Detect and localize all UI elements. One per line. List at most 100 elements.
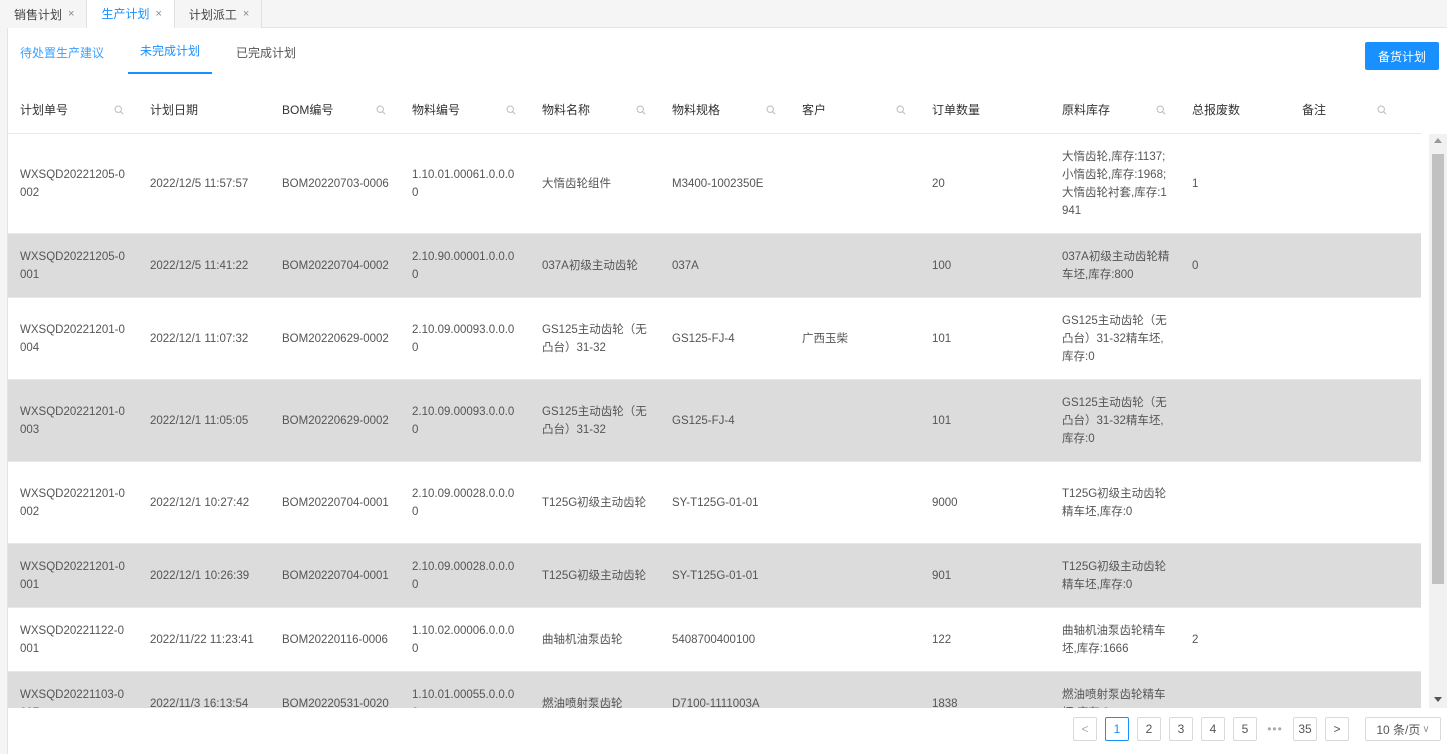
cell-material-spec: GS125-FJ-4	[672, 414, 735, 427]
header-label: BOM编号	[282, 103, 334, 117]
close-icon[interactable]: ×	[68, 8, 74, 20]
vertical-scrollbar[interactable]	[1429, 134, 1447, 708]
cell-plan-no: WXSQD20221201-0004	[20, 323, 125, 354]
cell-material-no: 2.10.09.00028.0.0.0 0	[412, 560, 515, 591]
cell-material-name: 大惰齿轮组件	[542, 177, 611, 190]
tab-sales-plan[interactable]: 销售计划 ×	[0, 0, 88, 28]
tab-production-plan[interactable]: 生产计划 ×	[87, 0, 175, 28]
cell-material-no: 2.10.90.00001.0.0.0 0	[412, 250, 515, 281]
tab-plan-dispatch[interactable]: 计划派工 ×	[174, 0, 263, 28]
cell-scrap-total	[1180, 544, 1290, 607]
cell-remark	[1290, 608, 1401, 671]
table-row[interactable]: WXSQD20221103-0007 2022/11/3 16:13:54 BOM2…	[8, 672, 1421, 708]
scroll-thumb[interactable]	[1432, 154, 1444, 584]
cell-customer	[790, 608, 920, 671]
search-icon[interactable]	[1377, 105, 1387, 115]
cell-order-qty: 901	[932, 569, 952, 582]
prev-page-button[interactable]: <	[1073, 717, 1097, 741]
table-row[interactable]: WXSQD20221205-0001 2022/12/5 11:41:22 BOM2…	[8, 234, 1421, 298]
search-icon[interactable]	[896, 105, 906, 115]
cell-raw-stock: 037A初级主动齿轮精车坯,库存:800	[1062, 250, 1170, 281]
page-5-button[interactable]: 5	[1233, 717, 1257, 741]
cell-material-spec: 5408700400100	[672, 633, 756, 646]
table-row[interactable]: WXSQD20221201-0002 2022/12/1 10:27:42 BOM2…	[8, 462, 1421, 544]
header-raw-stock: 原料库存	[1050, 86, 1180, 133]
tab-label: 销售计划	[14, 7, 63, 22]
search-icon[interactable]	[636, 105, 646, 115]
search-icon[interactable]	[114, 105, 124, 115]
subtab-unfinished-plans[interactable]: 未完成计划	[128, 28, 213, 74]
page-2-button[interactable]: 2	[1137, 717, 1161, 741]
cell-bom-no: BOM20220704-0001	[282, 496, 389, 509]
cell-bom-no: BOM20220703-0006	[282, 177, 389, 190]
header-material-spec: 物料规格	[660, 86, 790, 133]
header-bom-no: BOM编号	[270, 86, 400, 133]
cell-material-spec: M3400-1002350E	[672, 177, 764, 190]
header-label: 物料规格	[672, 103, 721, 117]
cell-scrap-total: 1	[1192, 177, 1199, 190]
cell-customer	[790, 672, 920, 708]
cell-plan-no: WXSQD20221103-0007	[20, 688, 124, 709]
cell-remark	[1290, 462, 1401, 543]
cell-customer	[790, 380, 920, 461]
cell-material-name: GS125主动齿轮（无凸台）31-32	[542, 323, 647, 354]
cell-plan-no: WXSQD20221205-0001	[20, 250, 125, 281]
scroll-down-icon[interactable]	[1434, 697, 1442, 702]
cell-scrap-total	[1180, 672, 1290, 708]
cell-scrap-total	[1180, 298, 1290, 379]
table-row[interactable]: WXSQD20221201-0004 2022/12/1 11:07:32 BOM2…	[8, 298, 1421, 380]
cell-customer: 广西玉柴	[802, 332, 848, 345]
close-icon[interactable]: ×	[155, 8, 161, 20]
search-icon[interactable]	[376, 105, 386, 115]
search-icon[interactable]	[766, 105, 776, 115]
cell-material-spec: SY-T125G-01-01	[672, 569, 759, 582]
tab-label: 计划派工	[188, 7, 237, 22]
next-page-button[interactable]: >	[1325, 717, 1349, 741]
tab-label: 生产计划	[101, 7, 150, 21]
page-4-button[interactable]: 4	[1201, 717, 1225, 741]
header-label: 计划单号	[20, 103, 69, 117]
table-row[interactable]: WXSQD20221122-0001 2022/11/22 11:23:41 BOM…	[8, 608, 1421, 672]
cell-customer	[790, 462, 920, 543]
cell-scrap-total: 2	[1192, 633, 1199, 646]
cell-bom-no: BOM20220629-0002	[282, 414, 389, 427]
sub-tab-bar: 待处置生产建议 未完成计划 已完成计划	[8, 28, 320, 76]
main-panel: 待处置生产建议 未完成计划 已完成计划 备货计划 计划单号 计划日期 BOM编号 物料…	[8, 28, 1447, 754]
cell-material-name: T125G初级主动齿轮	[542, 496, 647, 509]
scroll-up-icon[interactable]	[1434, 138, 1442, 143]
table-row[interactable]: WXSQD20221201-0003 2022/12/1 11:05:05 BOM2…	[8, 380, 1421, 462]
cell-order-qty: 9000	[932, 496, 958, 509]
search-icon[interactable]	[1156, 105, 1166, 115]
close-icon[interactable]: ×	[243, 8, 249, 20]
more-pages-ellipsis[interactable]: •••	[1265, 722, 1285, 736]
cell-order-qty: 20	[932, 177, 945, 190]
cell-plan-no: WXSQD20221205-0002	[20, 168, 125, 199]
cell-bom-no: BOM20220116-0006	[282, 633, 388, 646]
header-label: 计划日期	[150, 103, 199, 117]
cell-material-name: T125G初级主动齿轮	[542, 569, 647, 582]
cell-remark	[1290, 298, 1401, 379]
page-1-button[interactable]: 1	[1105, 717, 1129, 741]
cell-raw-stock: 曲轴机油泵齿轮精车坯,库存:1666	[1062, 624, 1166, 655]
cell-bom-no: BOM20220531-0020	[282, 697, 389, 709]
header-scrap-total: 总报废数	[1180, 86, 1290, 133]
cell-customer	[790, 544, 920, 607]
page-last-button[interactable]: 35	[1293, 717, 1317, 741]
left-sidebar-edge	[0, 28, 8, 754]
subtab-pending-suggestions[interactable]: 待处置生产建议	[8, 28, 116, 76]
cell-material-name: 037A初级主动齿轮	[542, 259, 638, 272]
header-plan-no: 计划单号	[8, 86, 138, 133]
search-icon[interactable]	[506, 105, 516, 115]
table-row[interactable]: WXSQD20221205-0002 2022/12/5 11:57:57 BOM2…	[8, 134, 1421, 234]
table-header: 计划单号 计划日期 BOM编号 物料编号 物料名称 物料规格 客户 订单数量 原料库存 总报废数 备…	[8, 86, 1421, 134]
cell-order-qty: 101	[932, 414, 952, 427]
table-row[interactable]: WXSQD20221201-0001 2022/12/1 10:26:39 BOM2…	[8, 544, 1421, 608]
page-size-select[interactable]: 10 条/页 ∨	[1365, 717, 1441, 741]
header-plan-date: 计划日期	[138, 86, 270, 133]
page-3-button[interactable]: 3	[1169, 717, 1193, 741]
plan-table: 计划单号 计划日期 BOM编号 物料编号 物料名称 物料规格 客户 订单数量 原料库存 总报废数 备…	[8, 86, 1421, 708]
stock-plan-button[interactable]: 备货计划	[1365, 42, 1439, 70]
subtab-finished-plans[interactable]: 已完成计划	[224, 28, 308, 76]
header-label: 订单数量	[932, 103, 981, 117]
cell-plan-no: WXSQD20221122-0001	[20, 624, 124, 655]
